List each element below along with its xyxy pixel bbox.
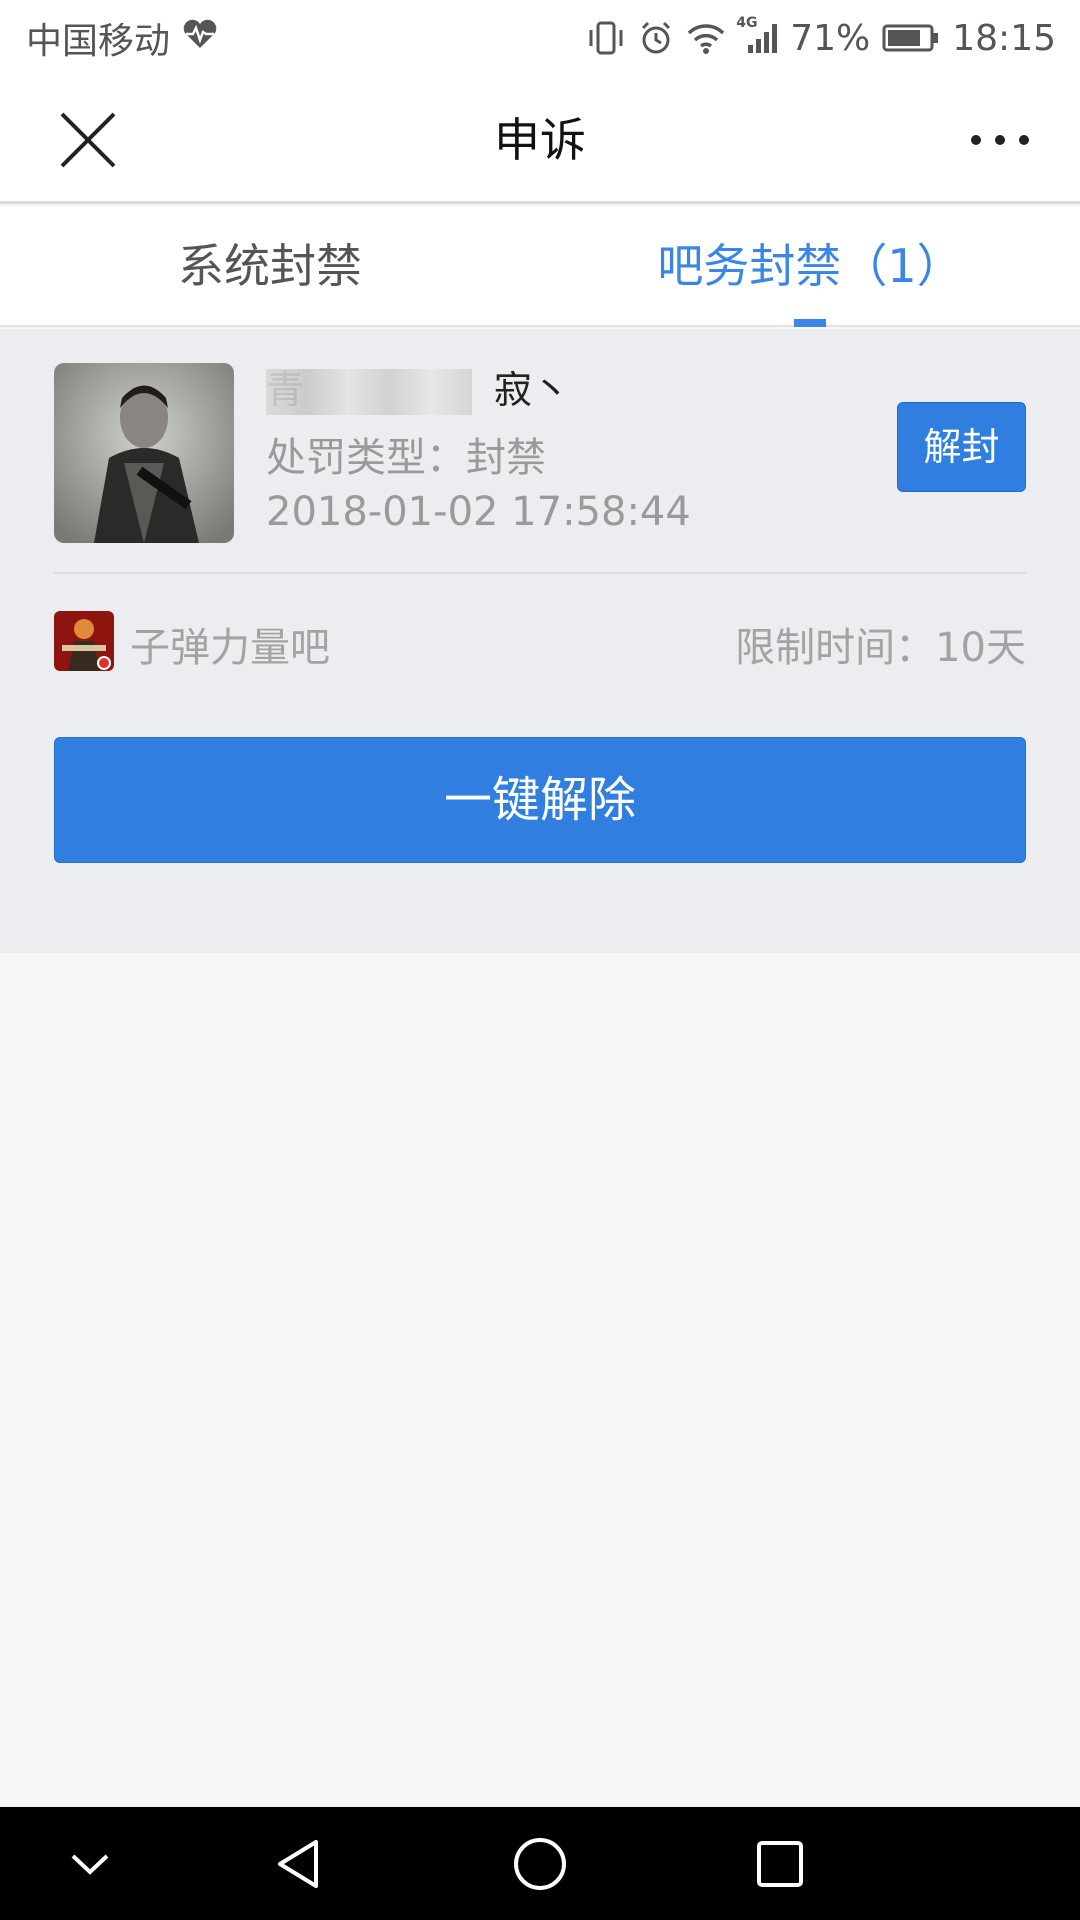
punish-type: 处罚类型：封禁 [266, 435, 546, 481]
ban-list: 青 寂丶 处罚类型：封禁 2018-01-02 17:58:44 解封 子弹力量… [0, 329, 1080, 953]
one-click-unban-button[interactable]: 一键解除 [54, 737, 1026, 863]
wifi-icon [686, 21, 726, 55]
back-button[interactable] [240, 1807, 360, 1920]
status-right: 4G 71% 18:15 [586, 15, 1056, 59]
page-title: 申诉 [494, 113, 586, 167]
close-icon [60, 112, 116, 168]
forum-icon [54, 611, 114, 671]
more-button[interactable] [968, 120, 1032, 160]
forum-name: 子弹力量吧 [130, 625, 330, 671]
battery-percent: 71% [790, 17, 871, 59]
divider [54, 572, 1026, 574]
punish-time: 2018-01-02 17:58:44 [266, 489, 691, 535]
unban-button[interactable]: 解封 [897, 402, 1026, 492]
chevron-down-icon [71, 1854, 109, 1875]
tab-system-ban[interactable]: 系统封禁 [0, 207, 540, 325]
username-mosaic [266, 369, 472, 415]
avatar [54, 363, 234, 543]
vibrate-icon [586, 20, 626, 56]
active-tab-indicator [794, 319, 826, 327]
recents-button[interactable] [720, 1807, 840, 1920]
limit-time: 限制时间：10天 [735, 625, 1026, 671]
tab-label: 系统封禁 [178, 239, 362, 293]
tab-label: 吧务封禁（1） [657, 239, 963, 293]
home-icon [514, 1837, 566, 1890]
more-icon [971, 135, 1029, 145]
alarm-icon [638, 20, 674, 56]
tab-bar: 系统封禁 吧务封禁（1） [0, 207, 1080, 327]
status-bar: 中国移动 4G 71% 18:15 [0, 0, 1080, 76]
network-type-label: 4G [736, 15, 758, 31]
battery-icon [882, 23, 940, 53]
nav-bar: 申诉 [0, 76, 1080, 204]
tab-bar-admin-ban[interactable]: 吧务封禁（1） [540, 207, 1080, 327]
recents-icon [757, 1840, 803, 1887]
close-button[interactable] [56, 108, 120, 172]
signal-icon: 4G [736, 15, 778, 55]
home-button[interactable] [480, 1807, 600, 1920]
system-nav-bar [0, 1807, 1080, 1920]
back-icon [278, 1839, 318, 1888]
hide-nav-button[interactable] [30, 1807, 150, 1920]
status-left: 中国移动 [26, 12, 218, 64]
carrier-label: 中国移动 [26, 21, 171, 62]
heart-pulse-icon [182, 18, 218, 59]
clock: 18:15 [952, 17, 1056, 59]
